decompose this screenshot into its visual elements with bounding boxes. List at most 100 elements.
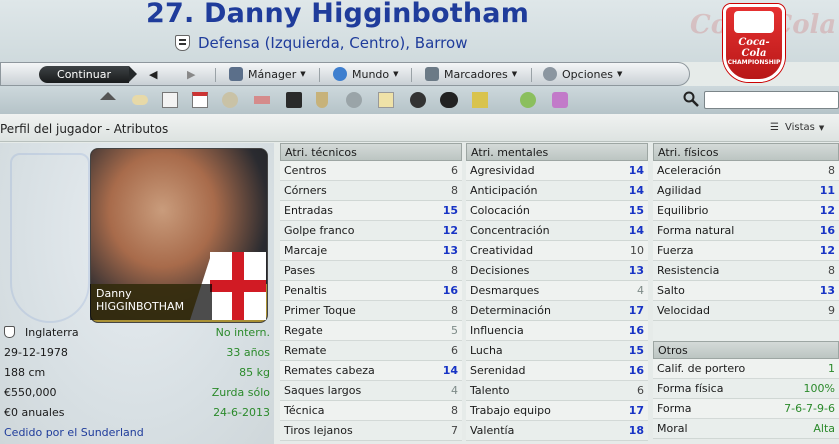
attribute-row: Forma 7-6-7-9-6	[653, 399, 839, 419]
attribute-value: 14	[628, 164, 644, 177]
tactics-icon[interactable]	[286, 92, 302, 108]
attribute-value: 17	[628, 404, 644, 417]
club-badge-icon	[175, 35, 190, 51]
attribute-row: Valentía 18	[466, 421, 648, 441]
attribute-name: Determinación	[470, 304, 551, 317]
loan-link[interactable]: Cedido por el Sunderland	[4, 426, 144, 439]
world-menu[interactable]: Mundo ▼	[333, 67, 399, 81]
technical-list: Centros 6 Córners 8 Entradas 15 Golpe franco 12…	[280, 161, 462, 441]
value-row: €550,000 Zurda sólo	[0, 382, 274, 402]
home-icon[interactable]	[100, 92, 116, 100]
staff-icon[interactable]	[222, 92, 238, 108]
attribute-name: Agresividad	[470, 164, 535, 177]
attribute-name: Entradas	[284, 204, 333, 217]
player-position-club[interactable]: Defensa (Izquierda, Centro), Barrow	[198, 34, 467, 52]
subtitle-row: Defensa (Izquierda, Centro), Barrow	[175, 34, 467, 52]
attribute-value: 5	[451, 324, 458, 337]
physical-header: Atri. físicos	[653, 143, 839, 161]
attribute-name: Primer Toque	[284, 304, 356, 317]
attribute-row: Remates cabeza 14	[280, 361, 462, 381]
attribute-row: Aceleración 8	[653, 161, 839, 181]
options-menu[interactable]: Opciones ▼	[543, 67, 622, 81]
attribute-name: Calif. de portero	[657, 362, 746, 375]
attribute-row: Agresividad 14	[466, 161, 648, 181]
trophy-icon[interactable]	[316, 92, 328, 108]
attribute-row: Penaltis 16	[280, 281, 462, 301]
attribute-row: Determinación 17	[466, 301, 648, 321]
attribute-row: Primer Toque 8	[280, 301, 462, 321]
attribute-value: 4	[451, 384, 458, 397]
attribute-name: Serenidad	[470, 364, 526, 377]
views-menu[interactable]: ☰ Vistas ▼	[770, 122, 824, 133]
attribute-value: 12	[819, 244, 835, 257]
inbox-icon[interactable]	[132, 95, 148, 105]
attribute-name: Remate	[284, 344, 327, 357]
attribute-row: Técnica 8	[280, 401, 462, 421]
calendar-icon[interactable]	[192, 92, 208, 108]
attribute-row: Golpe franco 12	[280, 221, 462, 241]
attribute-name: Trabajo equipo	[470, 404, 551, 417]
attribute-name: Regate	[284, 324, 323, 337]
manager-icon	[229, 67, 243, 81]
attribute-row: Calif. de portero 1	[653, 359, 839, 379]
attribute-value: 8	[451, 184, 458, 197]
attribute-name: Resistencia	[657, 264, 720, 277]
manager-menu[interactable]: Mánager ▼	[229, 67, 306, 81]
attribute-name: Talento	[470, 384, 510, 397]
attribute-name: Influencia	[470, 324, 524, 337]
scores-menu[interactable]: Marcadores ▼	[425, 67, 517, 81]
attribute-row: Córners 8	[280, 181, 462, 201]
transfers-icon[interactable]	[254, 96, 270, 104]
globe-icon	[333, 67, 347, 81]
birth-row: 29-12-1978 33 años	[0, 342, 274, 362]
attribute-row: Resistencia 8	[653, 261, 839, 281]
attribute-name: Agilidad	[657, 184, 702, 197]
attribute-value: 13	[819, 284, 835, 297]
attribute-row: Entradas 15	[280, 201, 462, 221]
attribute-row: Forma natural 16	[653, 221, 839, 241]
attribute-name: Creatividad	[470, 244, 534, 257]
ball-icon[interactable]	[410, 92, 426, 108]
attribute-row: Lucha 15	[466, 341, 648, 361]
scout-icon[interactable]	[346, 92, 362, 108]
attribute-name: Tiros lejanos	[284, 424, 353, 437]
notes-icon[interactable]	[378, 92, 394, 108]
wage-row: €0 anuales 24-6-2013	[0, 402, 274, 422]
continue-button[interactable]: Continuar	[39, 66, 137, 83]
attribute-value: 8	[451, 304, 458, 317]
search-input[interactable]	[704, 91, 839, 109]
finances-icon[interactable]	[472, 92, 488, 108]
attribute-value: 6	[451, 164, 458, 177]
mental-attributes: Atri. mentales Agresividad 14 Anticipación…	[466, 143, 648, 441]
faq-icon[interactable]	[552, 92, 568, 108]
attribute-value: 14	[628, 184, 644, 197]
search-icon[interactable]	[683, 91, 699, 107]
attribute-row: Marcaje 13	[280, 241, 462, 261]
squad-icon[interactable]	[162, 92, 178, 108]
help-icon[interactable]	[520, 92, 536, 108]
attribute-row: Talento 6	[466, 381, 648, 401]
attribute-name: Desmarques	[470, 284, 540, 297]
nation-badge-icon	[4, 326, 15, 338]
height: 188 cm	[4, 365, 46, 379]
attribute-value: 18	[628, 424, 644, 437]
attribute-value: 15	[442, 204, 458, 217]
attribute-name: Valentía	[470, 424, 515, 437]
england-flag	[210, 252, 266, 320]
forward-arrow-icon[interactable]: ▶	[187, 68, 195, 81]
birth-date: 29-12-1978	[4, 345, 68, 359]
physical-attributes: Atri. físicos Aceleración 8 Agilidad 11 Equi…	[653, 143, 839, 439]
binoculars-icon[interactable]	[440, 92, 458, 108]
attribute-value: 15	[628, 344, 644, 357]
back-arrow-icon[interactable]: ◀	[149, 68, 157, 81]
attribute-name: Saques largos	[284, 384, 362, 397]
attribute-row: Anticipación 14	[466, 181, 648, 201]
attribute-value: 11	[819, 184, 835, 197]
attribute-value: 6	[637, 384, 644, 397]
player-last-name: HIGGINBOTHAM	[96, 300, 185, 313]
attribute-value: 10	[630, 244, 644, 257]
attribute-value: 1	[828, 362, 835, 375]
attribute-value: 7-6-7-9-6	[784, 402, 835, 415]
attribute-value: 12	[442, 224, 458, 237]
nationality[interactable]: Inglaterra	[25, 326, 79, 339]
